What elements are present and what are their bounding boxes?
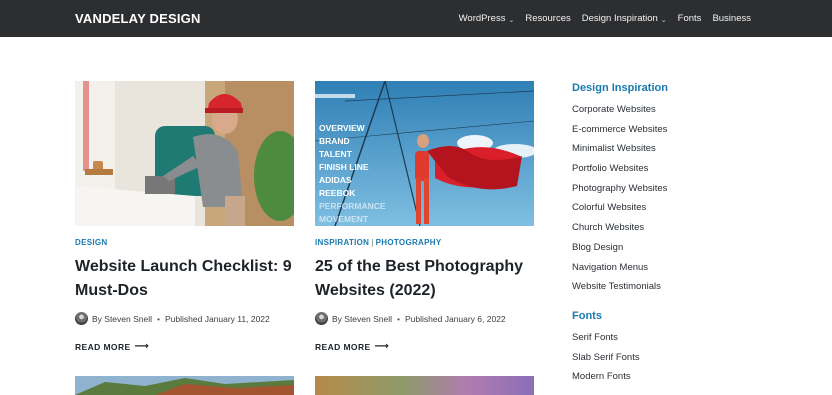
sidebar-link-ecommerce-websites[interactable]: E-commerce Websites <box>572 120 772 140</box>
post-image-next[interactable] <box>75 376 294 395</box>
category-link[interactable]: DESIGN <box>75 238 107 247</box>
overlay-word: PERFORMANCE <box>319 201 386 211</box>
category-link[interactable]: INSPIRATION <box>315 238 369 247</box>
post-categories: DESIGN <box>75 238 107 247</box>
post-title[interactable]: 25 of the Best Photography Websites (202… <box>315 255 545 303</box>
sidebar-list: Serif Fonts Slab Serif Fonts Modern Font… <box>572 328 772 387</box>
chevron-down-icon: ⌄ <box>508 16 515 24</box>
read-more-link[interactable]: READ MORE ⟶ <box>315 341 389 352</box>
site-header: VANDELAY DESIGN WordPress ⌄ Resources De… <box>0 0 832 37</box>
nav-label: WordPress <box>458 13 506 24</box>
main-nav: WordPress ⌄ Resources Design Inspiration… <box>459 13 751 24</box>
nav-label: Design Inspiration <box>581 13 658 24</box>
sidebar-list: Corporate Websites E-commerce Websites M… <box>572 100 772 297</box>
post-image-woman-red-fabric[interactable]: OVERVIEW BRAND TALENT FINISH LINE ADIDAS… <box>315 81 534 226</box>
author-avatar <box>315 312 328 325</box>
sidebar-link-serif-fonts[interactable]: Serif Fonts <box>572 328 772 348</box>
post-author[interactable]: By Steven Snell <box>92 314 152 324</box>
nav-label: Business <box>712 13 751 24</box>
sidebar-link-colorful-websites[interactable]: Colorful Websites <box>572 198 772 218</box>
meta-separator: • <box>397 313 400 324</box>
overlay-word: REEBOK <box>319 188 356 198</box>
sidebar-link-navigation-menus[interactable]: Navigation Menus <box>572 258 772 278</box>
sidebar-link-photography-websites[interactable]: Photography Websites <box>572 179 772 199</box>
overlay-word: MOVEMENT <box>319 214 369 224</box>
overlay-word: TALENT <box>319 149 353 159</box>
nav-label: Resources <box>525 13 571 24</box>
sidebar-section-title: Design Inspiration <box>572 82 668 94</box>
overlay-word: FINISH LINE <box>319 162 369 172</box>
nav-item-business[interactable]: Business <box>712 13 751 24</box>
sidebar-link-website-testimonials[interactable]: Website Testimonials <box>572 277 772 297</box>
category-link[interactable]: PHOTOGRAPHY <box>376 238 442 247</box>
post-date: Published January 6, 2022 <box>405 313 506 324</box>
read-more-label: READ MORE <box>75 341 131 352</box>
chevron-down-icon: ⌄ <box>660 16 667 24</box>
sidebar-link-church-websites[interactable]: Church Websites <box>572 218 772 238</box>
read-more-label: READ MORE <box>315 341 371 352</box>
post-date: Published January 11, 2022 <box>165 313 270 324</box>
read-more-link[interactable]: READ MORE ⟶ <box>75 341 149 352</box>
post-image-woman-laptop[interactable] <box>75 81 294 226</box>
sidebar-link-slab-serif-fonts[interactable]: Slab Serif Fonts <box>572 348 772 368</box>
post-author[interactable]: By Steven Snell <box>332 314 392 324</box>
sidebar-link-corporate-websites[interactable]: Corporate Websites <box>572 100 772 120</box>
nav-item-resources[interactable]: Resources <box>525 13 570 24</box>
nav-label: Fonts <box>677 13 702 24</box>
sidebar-link-minimalist-websites[interactable]: Minimalist Websites <box>572 139 772 159</box>
sidebar-section-title: Fonts <box>572 309 602 322</box>
post-meta: By Steven Snell • Published January 11, … <box>75 312 270 325</box>
site-logo[interactable]: VANDELAY DESIGN <box>75 11 201 26</box>
overlay-word: OVERVIEW <box>319 123 366 133</box>
arrow-right-icon: ⟶ <box>134 341 150 352</box>
overlay-word: BRAND <box>319 136 350 146</box>
sidebar-link-modern-fonts[interactable]: Modern Fonts <box>572 367 772 387</box>
sidebar-link-portfolio-websites[interactable]: Portfolio Websites <box>572 159 772 179</box>
post-meta: By Steven Snell • Published January 6, 2… <box>315 312 506 325</box>
meta-separator: • <box>157 313 160 324</box>
post-categories: INSPIRATION | PHOTOGRAPHY <box>315 238 441 247</box>
post-image-next[interactable] <box>315 376 534 395</box>
nav-item-fonts[interactable]: Fonts <box>678 13 702 24</box>
nav-item-design-inspiration[interactable]: Design Inspiration ⌄ <box>582 13 667 24</box>
author-avatar <box>75 312 88 325</box>
sidebar-link-blog-design[interactable]: Blog Design <box>572 238 772 258</box>
nav-item-wordpress[interactable]: WordPress ⌄ <box>459 13 515 24</box>
arrow-right-icon: ⟶ <box>374 341 390 352</box>
overlay-word: ADIDAS <box>319 175 352 185</box>
post-title[interactable]: Website Launch Checklist: 9 Must-Dos <box>75 255 305 303</box>
sidebar: Design Inspiration Corporate Websites E-… <box>572 82 772 387</box>
